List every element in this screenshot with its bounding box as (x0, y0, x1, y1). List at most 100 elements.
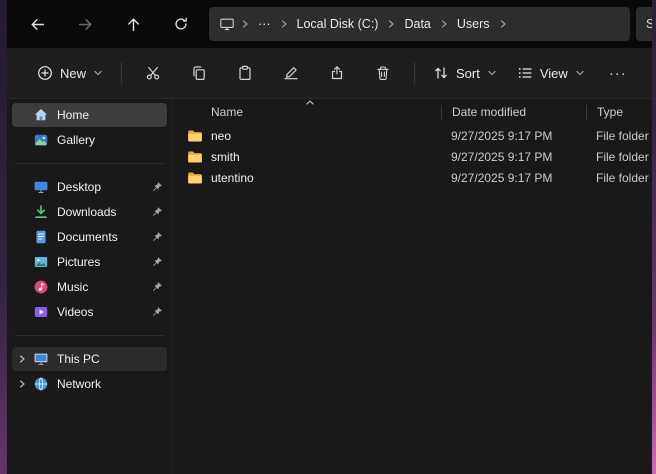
sort-icon (433, 65, 449, 81)
file-row[interactable]: utentino 9/27/2025 9:17 PM File folder (173, 167, 652, 188)
sidebar-item-label: This PC (57, 352, 147, 366)
file-row[interactable]: smith 9/27/2025 9:17 PM File folder (173, 146, 652, 167)
folder-icon (187, 129, 203, 143)
this-pc-breadcrumb-icon (217, 16, 239, 32)
sort-button-label: Sort (456, 66, 480, 81)
address-bar[interactable]: ··· Local Disk (C:) Data Users (209, 7, 630, 41)
command-toolbar: New (7, 48, 652, 99)
sidebar-item-label: Desktop (57, 180, 147, 194)
pin-icon (147, 181, 167, 193)
chevron-down-icon (93, 68, 103, 78)
forward-icon (77, 16, 94, 33)
sidebar-item-downloads[interactable]: Downloads (12, 200, 167, 224)
chevron-right-icon (497, 19, 509, 29)
column-header-type[interactable]: Type (587, 99, 652, 125)
back-button[interactable] (17, 7, 57, 41)
refresh-icon (173, 16, 189, 32)
column-header-name[interactable]: Name (173, 99, 441, 125)
file-name: neo (211, 129, 231, 143)
paste-button[interactable] (222, 55, 268, 91)
delete-button[interactable] (360, 55, 406, 91)
file-explorer-window: ··· Local Disk (C:) Data Users Se (7, 0, 652, 474)
pictures-icon (32, 254, 50, 270)
sidebar-item-gallery[interactable]: Gallery (12, 128, 167, 152)
sidebar-item-label: Home (57, 108, 147, 122)
file-date-modified: 9/27/2025 9:17 PM (441, 150, 586, 164)
file-type: File folder (586, 150, 652, 164)
sidebar-item-network[interactable]: Network (12, 372, 167, 396)
up-button[interactable] (113, 7, 153, 41)
sidebar-item-documents[interactable]: Documents (12, 225, 167, 249)
refresh-button[interactable] (161, 7, 201, 41)
breadcrumb-ellipsis[interactable]: ··· (251, 13, 278, 35)
file-date-modified: 9/27/2025 9:17 PM (441, 171, 586, 185)
home-icon (32, 107, 50, 123)
breadcrumb-local-disk-c[interactable]: Local Disk (C:) (290, 13, 386, 35)
copy-icon (191, 65, 207, 81)
chevron-right-icon (239, 19, 251, 29)
file-name-cell: smith (173, 150, 441, 164)
chevron-down-icon (575, 68, 585, 78)
music-icon (32, 279, 50, 295)
folder-icon (187, 171, 203, 185)
column-headers: Name Date modified Type (173, 99, 652, 125)
pin-icon (147, 256, 167, 268)
view-button[interactable]: View (507, 57, 595, 89)
network-icon (32, 376, 50, 392)
rename-icon (283, 65, 299, 81)
sidebar-item-home[interactable]: Home (12, 103, 167, 127)
sidebar-item-this-pc[interactable]: This PC (12, 347, 167, 371)
desktop-icon (32, 179, 50, 195)
pin-icon (147, 231, 167, 243)
new-button[interactable]: New (27, 57, 113, 89)
sidebar-divider (15, 335, 164, 336)
column-header-date-modified[interactable]: Date modified (442, 99, 586, 125)
more-options-icon: ··· (609, 65, 627, 82)
file-name-cell: utentino (173, 171, 441, 185)
sidebar-item-desktop[interactable]: Desktop (12, 175, 167, 199)
file-list-pane: Name Date modified Type neo (172, 99, 652, 474)
folder-icon (187, 150, 203, 164)
sidebar-item-label: Network (57, 377, 147, 391)
toolbar-divider (121, 62, 122, 84)
content-area: Home Gallery Desktop (7, 99, 652, 474)
rename-button[interactable] (268, 55, 314, 91)
expand-chevron-icon[interactable] (12, 379, 32, 389)
sidebar-item-pictures[interactable]: Pictures (12, 250, 167, 274)
cut-button[interactable] (130, 55, 176, 91)
copy-button[interactable] (176, 55, 222, 91)
sidebar-divider (15, 163, 164, 164)
this-pc-icon (32, 351, 50, 367)
search-input[interactable]: Se (636, 7, 652, 41)
chevron-right-icon (385, 19, 397, 29)
sidebar-item-music[interactable]: Music (12, 275, 167, 299)
file-date-modified: 9/27/2025 9:17 PM (441, 129, 586, 143)
share-button[interactable] (314, 55, 360, 91)
delete-icon (375, 65, 391, 81)
view-icon (517, 65, 533, 81)
forward-button[interactable] (65, 7, 105, 41)
expand-chevron-icon[interactable] (12, 354, 32, 364)
new-icon (37, 65, 53, 81)
file-row[interactable]: neo 9/27/2025 9:17 PM File folder (173, 125, 652, 146)
back-icon (29, 16, 46, 33)
more-options-button[interactable]: ··· (595, 55, 641, 91)
toolbar-divider (414, 62, 415, 84)
file-type: File folder (586, 129, 652, 143)
sidebar-item-label: Pictures (57, 255, 147, 269)
sidebar-item-videos[interactable]: Videos (12, 300, 167, 324)
navigation-bar: ··· Local Disk (C:) Data Users Se (7, 0, 652, 48)
file-name-cell: neo (173, 129, 441, 143)
pin-icon (147, 281, 167, 293)
chevron-down-icon (487, 68, 497, 78)
chevron-right-icon (278, 19, 290, 29)
pin-icon (147, 206, 167, 218)
sort-button[interactable]: Sort (423, 57, 507, 89)
sidebar-item-label: Videos (57, 305, 147, 319)
cut-icon (145, 65, 161, 81)
file-list: neo 9/27/2025 9:17 PM File folder smith … (173, 125, 652, 474)
breadcrumb-users[interactable]: Users (450, 13, 497, 35)
videos-icon (32, 304, 50, 320)
paste-icon (237, 65, 253, 81)
breadcrumb-data[interactable]: Data (397, 13, 437, 35)
